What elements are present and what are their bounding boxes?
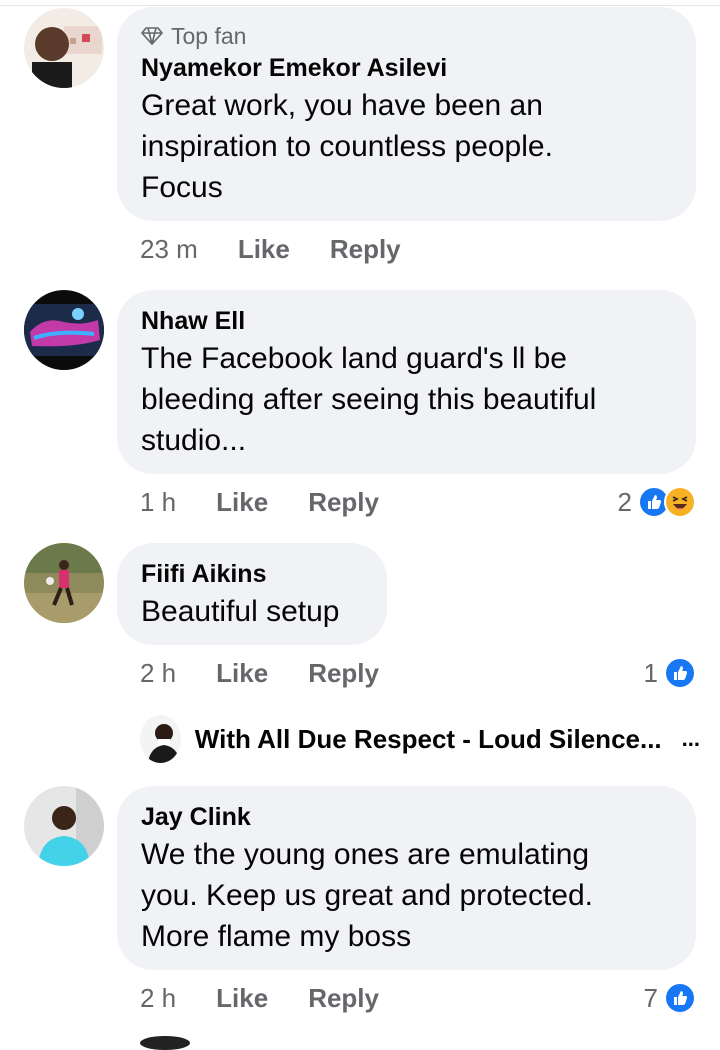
avatar[interactable]	[24, 786, 104, 866]
comment-actions: 2 h Like Reply	[140, 981, 379, 1015]
reply-button[interactable]: Reply	[308, 983, 379, 1014]
badge-label: Top fan	[171, 23, 247, 49]
more-options-icon[interactable]: ...	[682, 726, 700, 752]
comment-actions: 1 h Like Reply	[140, 485, 379, 519]
comment-text-line: studio...	[141, 424, 247, 457]
reaction-summary[interactable]: 7	[644, 981, 696, 1015]
comment-timestamp[interactable]: 1 h	[140, 487, 176, 518]
reply-button[interactable]: Reply	[308, 487, 379, 518]
comment-author[interactable]: Jay Clink	[141, 800, 672, 834]
comment-timestamp[interactable]: 2 h	[140, 983, 176, 1014]
comment-bubble: Top fan Nyamekor Emekor Asilevi Great wo…	[117, 7, 696, 221]
comment-text-line: We the young ones are emulating	[141, 838, 590, 871]
comment-text-line: bleeding after seeing this beautiful	[141, 383, 597, 416]
comment-author[interactable]: Nyamekor Emekor Asilevi	[141, 51, 672, 85]
comment-timestamp[interactable]: 23 m	[140, 234, 198, 265]
reaction-count: 7	[643, 982, 658, 1013]
comment-author[interactable]: Fiifi Aikins	[141, 557, 363, 591]
comment-timestamp[interactable]: 2 h	[140, 658, 176, 689]
comment-actions: 23 m Like Reply	[140, 232, 401, 266]
diamond-icon	[141, 27, 163, 45]
top-fan-badge: Top fan	[141, 21, 672, 51]
top-divider	[0, 0, 720, 6]
like-button[interactable]: Like	[216, 487, 268, 518]
comment-text-line: Beautiful setup	[141, 595, 340, 628]
reaction-count: 2	[617, 486, 632, 517]
like-button[interactable]: Like	[238, 234, 290, 265]
reply-button[interactable]: Reply	[308, 658, 379, 689]
comment-text-line: The Facebook land guard's ll be	[141, 342, 567, 375]
comment-bubble: Fiifi Aikins Beautiful setup	[117, 543, 387, 645]
avatar[interactable]	[24, 543, 104, 623]
next-avatar-peek	[140, 1036, 190, 1050]
comment-text-line: Focus	[141, 171, 223, 204]
comment-actions: 2 h Like Reply	[140, 656, 379, 690]
comment-text-line: Great work, you have been an	[141, 89, 543, 122]
comment-text-line: More flame my boss	[141, 920, 412, 953]
comment-author[interactable]: Nhaw Ell	[141, 304, 672, 338]
reply-thread-title[interactable]: With All Due Respect - Loud Silence...	[195, 724, 662, 755]
avatar	[140, 715, 181, 763]
like-button[interactable]: Like	[216, 658, 268, 689]
view-replies-link[interactable]: With All Due Respect - Loud Silence... .…	[140, 715, 700, 763]
like-button[interactable]: Like	[216, 983, 268, 1014]
avatar[interactable]	[24, 8, 104, 88]
reaction-summary[interactable]: 2	[618, 485, 696, 519]
comment-text-line: you. Keep us great and protected.	[141, 879, 593, 912]
avatar[interactable]	[24, 290, 104, 370]
haha-reaction-icon	[664, 486, 696, 518]
reaction-summary[interactable]: 1	[644, 656, 696, 690]
comment-bubble: Nhaw Ell The Facebook land guard's ll be…	[117, 290, 696, 474]
reply-button[interactable]: Reply	[330, 234, 401, 265]
comment-text-line: inspiration to countless people.	[141, 130, 553, 163]
like-reaction-icon	[664, 982, 696, 1014]
comment-bubble: Jay Clink We the young ones are emulatin…	[117, 786, 696, 970]
like-reaction-icon	[664, 657, 696, 689]
reaction-count: 1	[643, 657, 658, 688]
